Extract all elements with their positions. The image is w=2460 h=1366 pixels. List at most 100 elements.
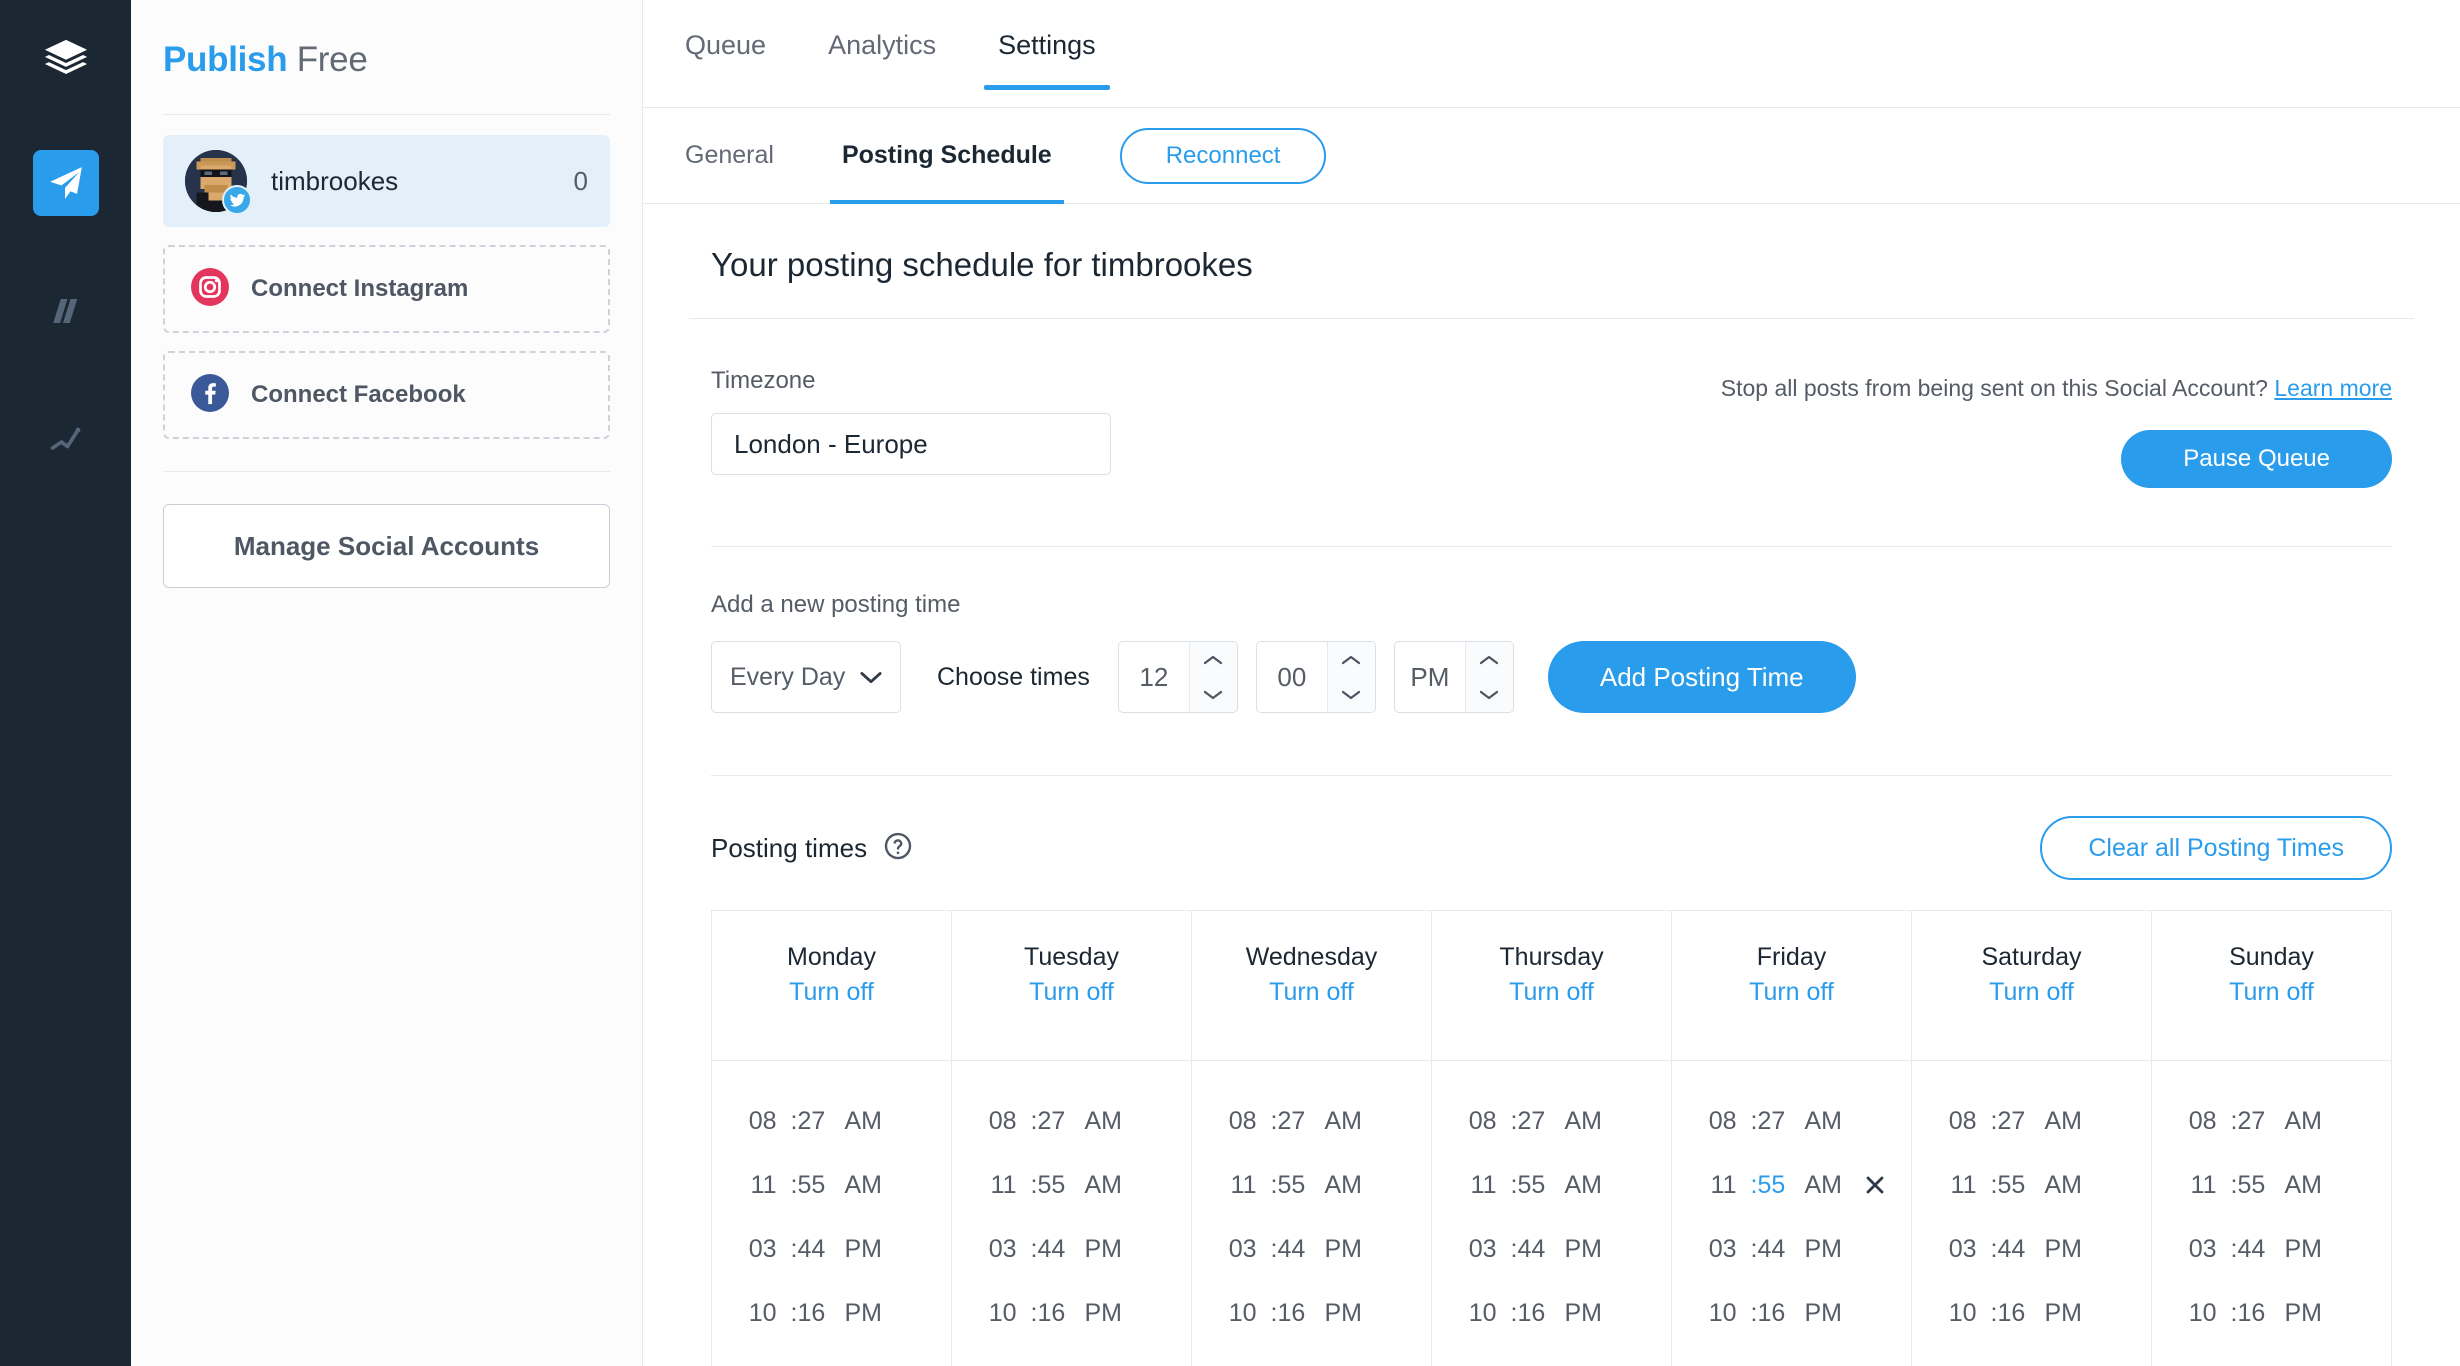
pause-queue-button[interactable]: Pause Queue [2121,430,2392,488]
posting-time-hour[interactable]: 11 [969,1171,1017,1200]
posting-time-hour[interactable]: 03 [1209,1235,1257,1264]
minute-decrement-icon[interactable] [1328,677,1375,712]
tab-posting-schedule[interactable]: Posting Schedule [842,108,1052,204]
posting-time-hour[interactable]: 10 [729,1299,777,1328]
posting-time-meridiem[interactable]: AM [839,1107,895,1136]
meridiem-increment-icon[interactable] [1466,642,1513,677]
tab-queue[interactable]: Queue [685,30,766,89]
meridiem-stepper[interactable]: PM [1394,641,1514,713]
turn-off-link-thursday[interactable]: Turn off [1509,978,1594,1007]
posting-time-minute[interactable]: :16 [1737,1299,1799,1328]
posting-time-minute[interactable]: :16 [1497,1299,1559,1328]
turn-off-link-tuesday[interactable]: Turn off [1029,978,1114,1007]
posting-time-meridiem[interactable]: AM [839,1171,895,1200]
posting-time-row[interactable]: 10:16PM [1672,1281,1911,1345]
posting-time-meridiem[interactable]: PM [1559,1299,1615,1328]
posting-time-minute[interactable]: :16 [1977,1299,2039,1328]
posting-time-row[interactable]: 08:27AM [2152,1089,2391,1153]
posting-time-row[interactable]: 10:16PM [2152,1281,2391,1345]
turn-off-link-saturday[interactable]: Turn off [1989,978,2074,1007]
posting-time-hour[interactable]: 03 [1689,1235,1737,1264]
posting-time-minute[interactable]: :44 [2217,1235,2279,1264]
posting-time-meridiem[interactable]: AM [1799,1107,1855,1136]
posting-time-row[interactable]: 03:44PM [1432,1217,1671,1281]
learn-more-link[interactable]: Learn more [2274,375,2392,401]
posting-time-meridiem[interactable]: AM [1079,1107,1135,1136]
turn-off-link-sunday[interactable]: Turn off [2229,978,2314,1007]
posting-time-hour[interactable]: 11 [1929,1171,1977,1200]
posting-time-row[interactable]: 11:55AM [712,1153,951,1217]
reconnect-button[interactable]: Reconnect [1120,128,1327,184]
question-circle-icon[interactable] [883,831,913,866]
posting-time-row[interactable]: 11:55AM [952,1153,1191,1217]
posting-time-row[interactable]: 10:16PM [1912,1281,2151,1345]
posting-time-row[interactable]: 08:27AM [712,1089,951,1153]
posting-time-row[interactable]: 03:44PM [712,1217,951,1281]
posting-time-meridiem[interactable]: PM [839,1299,895,1328]
clear-all-posting-times-button[interactable]: Clear all Posting Times [2040,816,2392,880]
posting-time-minute[interactable]: :44 [1977,1235,2039,1264]
posting-time-hour[interactable]: 03 [729,1235,777,1264]
posting-time-hour[interactable]: 03 [2169,1235,2217,1264]
sidebar-account-timbrookes[interactable]: timbrookes 0 [163,135,610,227]
posting-time-meridiem[interactable]: AM [2039,1107,2095,1136]
posting-time-meridiem[interactable]: AM [1799,1171,1855,1200]
posting-time-row[interactable]: 10:16PM [712,1281,951,1345]
posting-time-meridiem[interactable]: AM [1319,1171,1375,1200]
posting-time-minute[interactable]: :27 [1017,1107,1079,1136]
posting-time-hour[interactable]: 10 [2169,1299,2217,1328]
posting-time-minute[interactable]: :44 [1737,1235,1799,1264]
posting-time-meridiem[interactable]: AM [2039,1171,2095,1200]
posting-time-minute[interactable]: :16 [1257,1299,1319,1328]
posting-time-meridiem[interactable]: AM [2279,1171,2335,1200]
posting-time-row[interactable]: 11:55AM [2152,1153,2391,1217]
posting-time-hour[interactable]: 11 [729,1171,777,1200]
posting-time-minute[interactable]: :55 [2217,1171,2279,1200]
posting-time-hour[interactable]: 03 [969,1235,1017,1264]
posting-time-minute[interactable]: :44 [1017,1235,1079,1264]
posting-time-meridiem[interactable]: AM [2279,1107,2335,1136]
manage-social-accounts-button[interactable]: Manage Social Accounts [163,504,610,588]
posting-time-row[interactable]: 11:55AM [1672,1153,1911,1217]
posting-time-row[interactable]: 03:44PM [1672,1217,1911,1281]
posting-time-meridiem[interactable]: PM [2039,1235,2095,1264]
posting-time-row[interactable]: 10:16PM [1192,1281,1431,1345]
posting-time-row[interactable]: 03:44PM [952,1217,1191,1281]
posting-time-hour[interactable]: 08 [1929,1107,1977,1136]
posting-time-minute[interactable]: :44 [1497,1235,1559,1264]
posting-time-minute[interactable]: :16 [777,1299,839,1328]
posting-time-minute[interactable]: :55 [1737,1171,1799,1200]
posting-time-row[interactable]: 11:55AM [1432,1153,1671,1217]
posting-time-row[interactable]: 11:55AM [1912,1153,2151,1217]
posting-time-row[interactable]: 08:27AM [1432,1089,1671,1153]
posting-time-minute[interactable]: :27 [1497,1107,1559,1136]
posting-time-hour[interactable]: 08 [1689,1107,1737,1136]
hour-stepper[interactable]: 12 [1118,641,1238,713]
posting-time-row[interactable]: 08:27AM [1192,1089,1431,1153]
posting-time-hour[interactable]: 11 [1449,1171,1497,1200]
posting-time-meridiem[interactable]: PM [839,1235,895,1264]
posting-time-hour[interactable]: 08 [969,1107,1017,1136]
posting-time-hour[interactable]: 03 [1929,1235,1977,1264]
minute-increment-icon[interactable] [1328,642,1375,677]
posting-time-hour[interactable]: 08 [2169,1107,2217,1136]
posting-time-row[interactable]: 08:27AM [952,1089,1191,1153]
posting-time-minute[interactable]: :27 [1737,1107,1799,1136]
turn-off-link-friday[interactable]: Turn off [1749,978,1834,1007]
posting-time-hour[interactable]: 11 [2169,1171,2217,1200]
posting-time-minute[interactable]: :55 [1017,1171,1079,1200]
remove-posting-time-icon[interactable] [1855,1173,1895,1197]
posting-time-hour[interactable]: 10 [1209,1299,1257,1328]
posting-time-hour[interactable]: 10 [1689,1299,1737,1328]
posting-time-meridiem[interactable]: AM [1319,1107,1375,1136]
posting-time-minute[interactable]: :16 [1017,1299,1079,1328]
posting-time-meridiem[interactable]: PM [1079,1299,1135,1328]
posting-time-hour[interactable]: 11 [1689,1171,1737,1200]
day-frequency-select[interactable]: Every Day [711,641,901,713]
posting-time-row[interactable]: 03:44PM [1912,1217,2151,1281]
connect-facebook-button[interactable]: Connect Facebook [163,351,610,439]
posting-time-row[interactable]: 11:55AM [1192,1153,1431,1217]
turn-off-link-monday[interactable]: Turn off [789,978,874,1007]
posting-time-minute[interactable]: :44 [777,1235,839,1264]
posting-time-meridiem[interactable]: PM [2279,1299,2335,1328]
